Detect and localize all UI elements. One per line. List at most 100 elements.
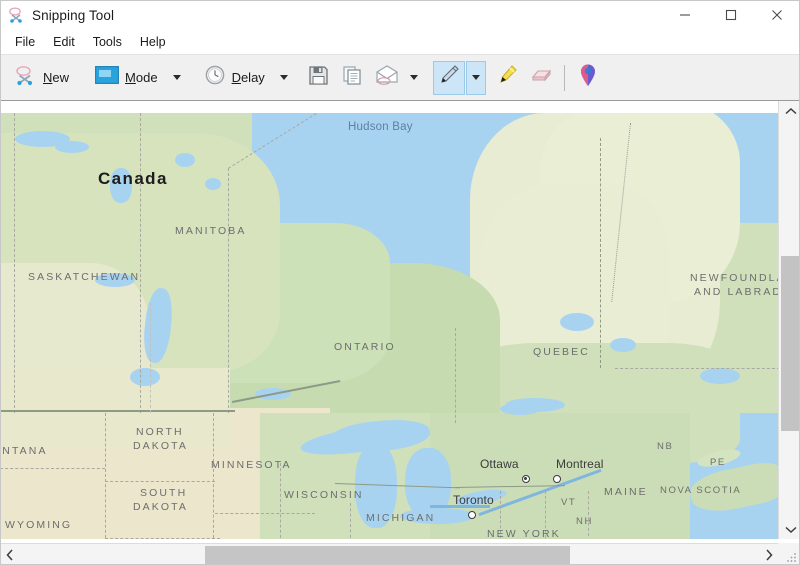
map-label-wyoming: WYOMING	[5, 519, 72, 531]
snipping-tool-window: Snipping Tool File Edit Too	[0, 0, 800, 565]
map-border-nd-mn	[213, 413, 214, 538]
highlighter-button[interactable]	[491, 61, 523, 95]
chevron-down-icon	[280, 75, 288, 80]
map-label-ottawa: Ottawa	[480, 457, 519, 471]
menu-item-file[interactable]: File	[6, 33, 44, 51]
horizontal-scrollbar[interactable]	[0, 543, 778, 565]
map-label-dakota-south: DAKOTA	[133, 501, 188, 513]
map-label-pe: PE	[710, 457, 726, 468]
map-border-canada-us-west	[0, 410, 235, 412]
new-button[interactable]: New	[7, 61, 77, 95]
menu-item-edit[interactable]: Edit	[44, 33, 84, 51]
copy-pages-icon	[342, 65, 363, 91]
map-label-wisconsin: WISCONSIN	[284, 489, 364, 501]
menu-item-help[interactable]: Help	[131, 33, 175, 51]
new-button-label: New	[43, 70, 69, 85]
map-marker-toronto[interactable]	[468, 511, 476, 519]
map-water-lake-10	[610, 338, 636, 352]
window-controls	[662, 0, 800, 30]
map-water-lake-5	[205, 178, 221, 190]
map-marker-montreal[interactable]	[553, 475, 561, 483]
delay-button[interactable]: Delay	[196, 61, 273, 95]
resize-grip-icon	[784, 549, 798, 563]
map-border-sd-ne	[105, 538, 220, 539]
map-border-nh-me	[588, 491, 589, 536]
map-label-nh: NH	[576, 516, 593, 527]
floppy-disk-icon	[308, 65, 329, 91]
map-label-north: NORTH	[136, 426, 184, 438]
map-water-lake-3	[55, 141, 89, 153]
chevron-up-icon	[785, 107, 797, 115]
window-title: Snipping Tool	[32, 8, 114, 23]
map-border-nd-sd	[105, 481, 215, 482]
copy-button[interactable]	[337, 61, 369, 95]
save-button[interactable]	[303, 61, 335, 95]
chevron-down-icon	[173, 75, 181, 80]
eraser-button[interactable]	[525, 61, 557, 95]
mode-button[interactable]: Mode	[87, 61, 166, 95]
maximize-icon	[725, 9, 737, 21]
scroll-up-button[interactable]	[780, 101, 800, 120]
scroll-right-button[interactable]	[759, 544, 778, 565]
map-water-lake-7	[560, 313, 594, 331]
chevron-down-icon	[410, 75, 418, 80]
title-bar: Snipping Tool	[0, 0, 800, 30]
map-water-lake-6	[130, 368, 160, 386]
pen-button[interactable]	[433, 61, 465, 95]
chevron-down-icon	[785, 526, 797, 534]
delay-button-label: Delay	[232, 70, 265, 85]
map-image[interactable]: Canada MANITOBA SASKATCHEWAN ONTARIO QUE…	[0, 113, 778, 539]
minimize-button[interactable]	[662, 0, 708, 30]
map-viewport[interactable]: Canada MANITOBA SASKATCHEWAN ONTARIO QUE…	[0, 102, 778, 539]
map-border-nl-south	[615, 368, 778, 369]
map-label-michigan: MICHIGAN	[366, 512, 435, 524]
map-label-manitoba: MANITOBA	[175, 225, 246, 237]
chevron-left-icon	[6, 549, 14, 561]
close-button[interactable]	[754, 0, 800, 30]
map-border-misc	[150, 303, 151, 413]
map-label-nova-scotia: NOVA SCOTIA	[660, 485, 741, 496]
map-label-and-labrador: AND LABRADOR	[694, 286, 778, 298]
snip-canvas-area[interactable]: Canada MANITOBA SASKATCHEWAN ONTARIO QUE…	[0, 100, 800, 565]
map-label-toronto: Toronto	[453, 493, 494, 507]
email-button[interactable]	[371, 61, 403, 95]
map-water-lake-12	[700, 368, 740, 384]
snipping-tool-icon	[8, 6, 26, 24]
map-border-ab-sk	[14, 113, 15, 413]
map-border-mt-nd	[105, 413, 106, 539]
map-pin-icon	[578, 63, 598, 92]
map-label-ontario: ONTARIO	[334, 341, 396, 353]
map-label-south: SOUTH	[140, 487, 187, 499]
map-label-saskatchewan: SASKATCHEWAN	[28, 271, 140, 283]
map-marker-ottawa[interactable]	[522, 475, 530, 483]
scroll-down-button[interactable]	[780, 520, 800, 539]
map-label-hudson-bay: Hudson Bay	[348, 121, 413, 133]
horizontal-scrollbar-thumb[interactable]	[205, 546, 570, 564]
pen-dropdown-button[interactable]	[466, 61, 486, 95]
scissors-icon	[15, 64, 37, 91]
delay-dropdown-button[interactable]	[274, 61, 294, 95]
map-label-dakota-north: DAKOTA	[133, 440, 188, 452]
map-border-mb-on	[228, 168, 229, 413]
email-dropdown-button[interactable]	[404, 61, 424, 95]
menu-item-tools[interactable]: Tools	[84, 33, 131, 51]
map-label-canada: Canada	[98, 169, 168, 189]
map-border-ia-mn	[215, 513, 315, 515]
maximize-button[interactable]	[708, 0, 754, 30]
map-border-sk-mb	[140, 113, 141, 413]
pin-button[interactable]	[572, 61, 604, 95]
map-label-new-york: NEW YORK	[487, 528, 561, 539]
toolbar: New Mode	[0, 54, 800, 100]
scroll-left-button[interactable]	[0, 544, 19, 565]
vertical-scrollbar-thumb[interactable]	[781, 256, 799, 431]
map-label-montana: ONTANA	[0, 445, 48, 457]
vertical-scrollbar[interactable]	[778, 101, 800, 539]
close-icon	[771, 9, 783, 21]
mode-dropdown-button[interactable]	[167, 61, 187, 95]
resize-corner[interactable]	[778, 543, 800, 565]
minimize-icon	[679, 9, 691, 21]
chevron-down-icon	[472, 75, 480, 80]
map-label-newfoundland: NEWFOUNDLAND	[690, 272, 778, 284]
map-border-mn-wi	[280, 463, 281, 539]
pen-icon	[437, 63, 461, 92]
